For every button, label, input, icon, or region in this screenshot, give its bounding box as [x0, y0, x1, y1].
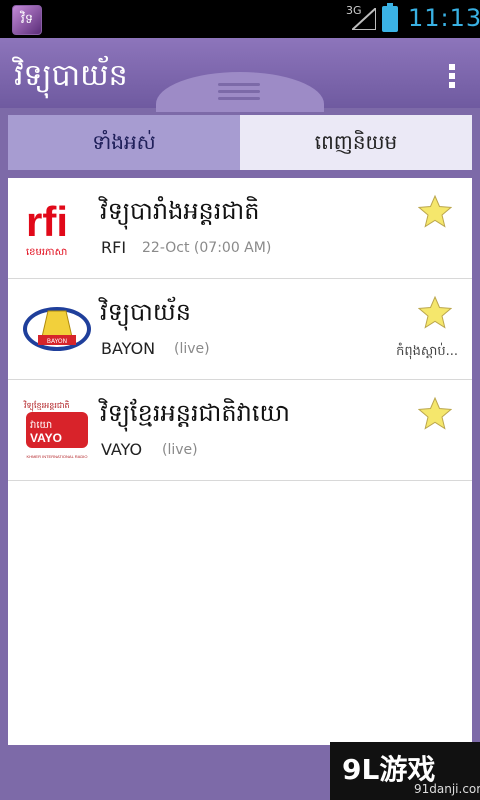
svg-text:KHMER INTERNATIONAL RADIO: KHMER INTERNATIONAL RADIO — [27, 454, 88, 459]
vayo-logo-icon: វិទ្យុខ្មែរអន្តរជាតិ វាយោ VAYO KHMER INT… — [22, 398, 92, 459]
status-time: 11:13 — [408, 4, 480, 32]
app-title: វិទ្យុបាយ័ន — [14, 58, 128, 93]
station-status: 22-Oct (07:00 AM) — [142, 240, 272, 256]
tab-popular[interactable]: ពេញនិយម — [240, 115, 472, 170]
battery-icon — [382, 3, 398, 32]
list-item[interactable]: rfi ខេមរភាសា វិទ្យុបារាំងអន្តរជាតិ RFI 2… — [8, 178, 472, 279]
app-notification-icon: វិទ — [12, 5, 42, 35]
watermark-site: 91danji.com — [414, 782, 480, 796]
drawer-grip-icon[interactable] — [218, 83, 260, 104]
svg-text:BAYON: BAYON — [47, 338, 67, 345]
favorite-star-icon[interactable] — [418, 194, 452, 228]
station-title: វិទ្យុបាយ័ន — [100, 298, 191, 326]
status-bar: វិទ 3G 11:13 — [0, 0, 480, 38]
svg-text:វិទ្យុខ្មែរអន្តរជាតិ: វិទ្យុខ្មែរអន្តរជាតិ — [23, 400, 70, 412]
list-item[interactable]: BAYON វិទ្យុបាយ័ន BAYON (live) កំពុងស្តា… — [8, 279, 472, 380]
tab-all[interactable]: ទាំងអស់ — [8, 115, 240, 170]
svg-text:rfi: rfi — [26, 198, 68, 245]
station-status: (live) — [174, 341, 210, 357]
station-name: VAYO — [101, 440, 143, 459]
svg-text:វាយោ: វាយោ — [30, 420, 52, 431]
station-status: (live) — [162, 442, 198, 458]
station-title: វិទ្យុបារាំងអន្តរជាតិ — [100, 197, 260, 225]
station-name: RFI — [101, 238, 127, 257]
watermark: 9L游戏 91danji.com — [330, 742, 480, 800]
bayon-logo-icon: BAYON — [23, 307, 91, 351]
svg-text:VAYO: VAYO — [30, 431, 62, 445]
signal-icon — [352, 8, 376, 30]
tab-bar: ទាំងអស់ ពេញនិយម — [8, 115, 472, 170]
svg-text:ខេមរភាសា: ខេមរភាសា — [26, 247, 67, 258]
rfi-logo-icon: rfi ខេមរភាសា — [22, 196, 92, 260]
list-item[interactable]: វិទ្យុខ្មែរអន្តរជាតិ វាយោ VAYO KHMER INT… — [8, 380, 472, 481]
favorite-star-icon[interactable] — [418, 396, 452, 430]
station-name: BAYON — [101, 339, 156, 358]
now-playing-label: កំពុងស្តាប់... — [396, 344, 458, 359]
station-list: rfi ខេមរភាសា វិទ្យុបារាំងអន្តរជាតិ RFI 2… — [8, 178, 472, 745]
station-title: វិទ្យុខ្មែរអន្តរជាតិវាយោ — [100, 399, 290, 427]
favorite-star-icon[interactable] — [418, 295, 452, 329]
overflow-menu-icon[interactable] — [446, 62, 458, 90]
